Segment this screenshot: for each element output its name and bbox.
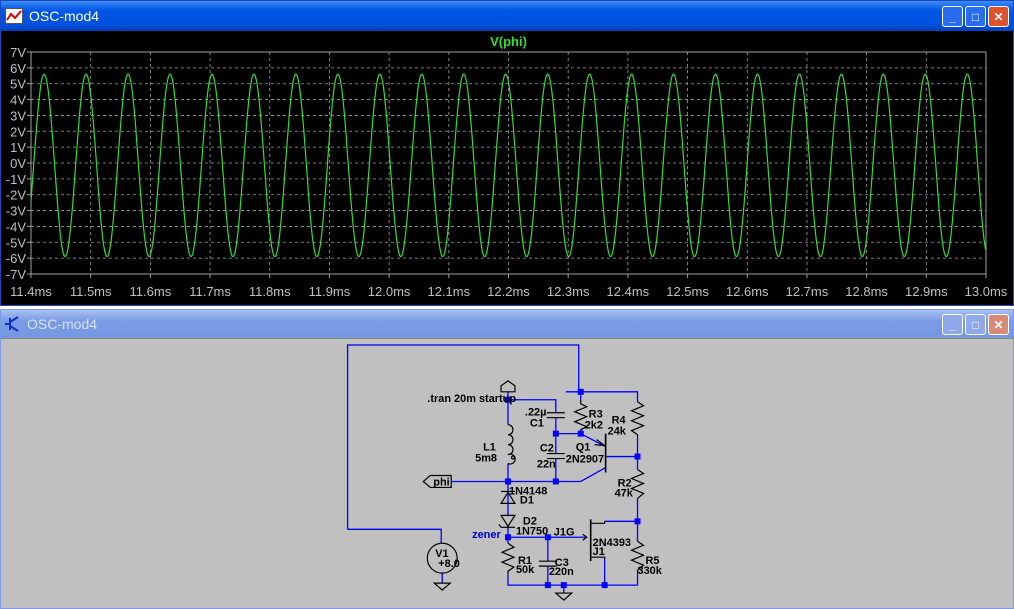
resistor-r4 (629, 401, 646, 439)
close-button[interactable]: ✕ (988, 314, 1009, 335)
y-tick-label: 6V (10, 61, 26, 76)
x-tick-label: 12.8ms (845, 284, 888, 299)
r1-value: 50k (516, 564, 535, 576)
minimize-button[interactable]: _ (942, 314, 963, 335)
x-tick-label: 13.0ms (965, 284, 1008, 299)
y-tick-label: 3V (10, 108, 26, 123)
x-tick-label: 12.7ms (786, 284, 829, 299)
transistor-icon (5, 316, 21, 332)
y-tick-label: 7V (10, 45, 26, 60)
net-flag-icon (500, 380, 516, 393)
y-tick-label: -7V (6, 267, 27, 282)
x-tick-label: 12.1ms (427, 284, 470, 299)
x-tick-label: 12.6ms (726, 284, 769, 299)
x-tick-label: 12.3ms (547, 284, 590, 299)
c3-value: 220n (549, 566, 574, 578)
j1g-label: J1G (554, 526, 575, 538)
minimize-button[interactable]: _ (942, 6, 963, 27)
x-tick-label: 11.7ms (189, 284, 231, 299)
d2-value: 1N750 (516, 525, 548, 537)
y-tick-label: 2V (10, 124, 26, 139)
q1-ref: Q1 (576, 442, 591, 454)
x-tick-label: 12.5ms (666, 284, 709, 299)
v1-value: +8.0 (438, 558, 460, 570)
y-tick-label: -1V (6, 172, 27, 187)
ground-icon (554, 592, 574, 601)
diode-d2 (499, 514, 517, 528)
resistor-r1 (500, 542, 516, 575)
y-tick-label: 4V (10, 93, 26, 108)
r5-value: 330k (638, 565, 663, 577)
r3-value: 2k2 (585, 420, 603, 432)
phi-label: phi (433, 476, 449, 488)
x-tick-label: 11.6ms (130, 284, 172, 299)
x-tick-label: 11.5ms (70, 284, 112, 299)
y-tick-label: 1V (10, 140, 26, 155)
y-tick-label: -4V (6, 219, 27, 234)
y-tick-label: -2V (6, 188, 27, 203)
schematic-window: OSC-mod4 _ □ ✕ .tran 20m startup phi zen… (0, 309, 1014, 609)
j1-value: 2N4393 (593, 537, 631, 549)
resistor-r2 (629, 469, 646, 499)
x-tick-label: 11.8ms (249, 284, 291, 299)
maximize-button[interactable]: □ (965, 314, 986, 335)
waveform-icon (5, 8, 23, 24)
c2-value: 22n (537, 459, 556, 471)
y-tick-label: -6V (6, 251, 27, 266)
r4-value: 24k (608, 426, 627, 438)
window-title: OSC-mod4 (29, 8, 100, 24)
waveform-plot[interactable]: 7V6V5V4V3V2V1V0V-1V-2V-3V-4V-5V-6V-7V 11.… (1, 31, 1013, 305)
close-button[interactable]: ✕ (988, 6, 1009, 27)
y-tick-label: 5V (10, 77, 26, 92)
tran-directive[interactable]: .tran 20m startup (427, 393, 516, 405)
schematic-title-bar[interactable]: OSC-mod4 _ □ ✕ (1, 310, 1013, 338)
series-title: V(phi) (490, 34, 527, 49)
ground-icon (432, 582, 452, 591)
l1-value: 5m8 (475, 453, 497, 465)
c1-ref: C1 (530, 418, 544, 430)
x-tick-label: 12.2ms (487, 284, 530, 299)
x-tick-label: 11.4ms (10, 284, 52, 299)
d1-ref: D1 (520, 494, 534, 506)
q1-value: 2N2907 (566, 454, 604, 466)
x-tick-label: 12.9ms (905, 284, 948, 299)
r2-value: 47k (615, 487, 634, 499)
y-tick-label: 0V (10, 156, 26, 171)
waveform-window: OSC-mod4 _ □ ✕ 7V 6V 5V 4V 3V 2V 1V 0V -1V -2V -3V… (0, 0, 1014, 306)
y-tick-label: -3V (6, 204, 27, 219)
window-title: OSC-mod4 (27, 316, 98, 332)
maximize-button[interactable]: □ (965, 6, 986, 27)
x-tick-label: 11.9ms (309, 284, 351, 299)
schematic-canvas[interactable]: .tran 20m startup phi zener J1G .22µ C1 … (1, 338, 1013, 608)
waveform-title-bar[interactable]: OSC-mod4 _ □ ✕ (1, 1, 1013, 31)
x-tick-label: 12.0ms (368, 284, 411, 299)
zener-label: zener (472, 529, 501, 541)
y-tick-label: -5V (6, 235, 27, 250)
c2-ref: C2 (540, 443, 554, 455)
x-tick-label: 12.4ms (607, 284, 650, 299)
